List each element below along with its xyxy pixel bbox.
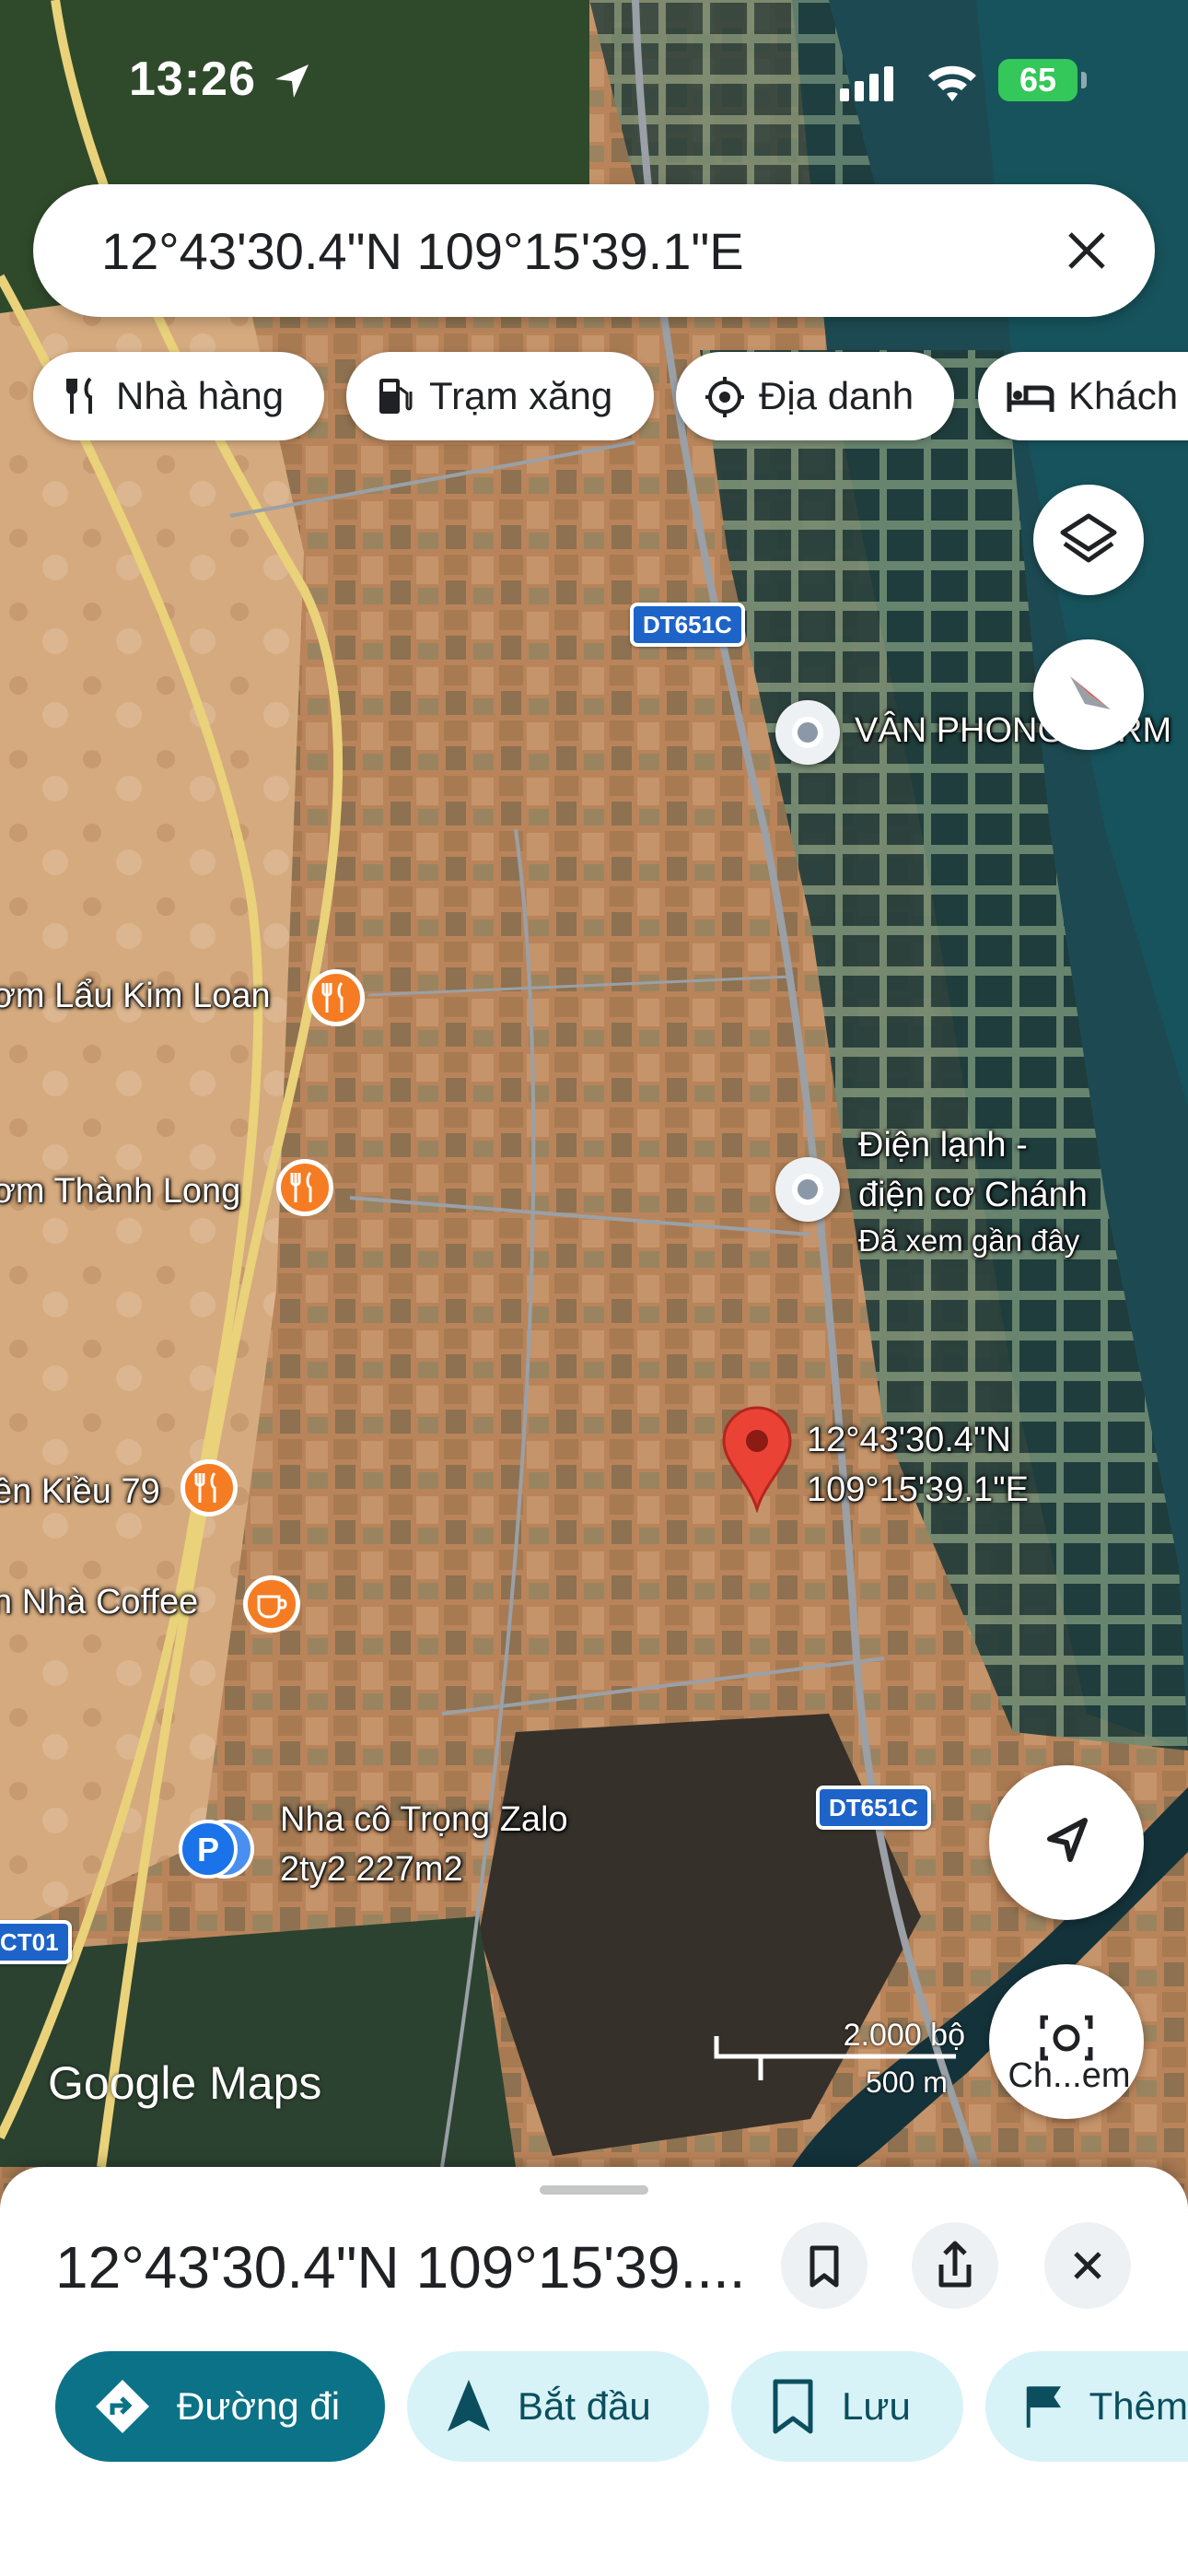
poi-label[interactable]: n Nhà Coffee [0, 1583, 198, 1622]
battery-indicator: 65 [998, 59, 1077, 101]
chip-label: Khách [1068, 374, 1179, 417]
restaurant-icon [194, 1471, 216, 1503]
action-label: Lưu [842, 2384, 911, 2428]
pin-coordinate-label: 12°43'30.4"N [807, 1421, 1011, 1459]
cafe-pin[interactable] [243, 1575, 300, 1633]
chip-label: Trạm xăng [429, 374, 613, 417]
parking-icon: P [179, 1820, 254, 1879]
close-icon [1074, 2252, 1101, 2279]
action-label: Bắt đầu [518, 2384, 651, 2428]
start-button[interactable]: Bắt đầu [407, 2351, 709, 2462]
cellular-signal-icon [840, 66, 893, 101]
red-pin-icon [722, 1406, 792, 1515]
directions-icon [96, 2380, 149, 2433]
scale-imperial: 2.000 bộ [843, 2018, 965, 2053]
road-shield: DT651C [630, 603, 745, 647]
coffee-cup-icon [257, 1595, 287, 1619]
restaurant-icon [290, 1171, 312, 1202]
restaurant-icon [321, 981, 344, 1013]
more-button[interactable]: Thêm [985, 2351, 1188, 2462]
close-sheet-button[interactable] [1044, 2222, 1131, 2309]
status-bar: 13:26 65 [0, 0, 1188, 147]
camera-search-button[interactable]: Ch...em [989, 1964, 1144, 2119]
hotel-bed-icon [1007, 382, 1054, 412]
chip-label: Địa danh [759, 374, 914, 417]
pin-coordinate-label: 109°15'39.1"E [807, 1470, 1029, 1509]
action-label: Đường đi [177, 2384, 341, 2428]
place-sheet[interactable]: 12°43'30.4"N 109°15'39.... Đường đi Bắt … [0, 2167, 1188, 2576]
action-label: Thêm [1089, 2384, 1188, 2428]
layers-icon [1060, 513, 1117, 563]
layers-button[interactable] [1033, 485, 1144, 595]
bookmark-icon [809, 2245, 839, 2288]
road-shield: DT651C [816, 1786, 931, 1830]
compass-button[interactable] [1033, 639, 1144, 750]
poi-label[interactable]: ơm Thành Long [0, 1172, 240, 1212]
dropped-pin[interactable] [720, 1406, 794, 1515]
chip-gas-stations[interactable]: Trạm xăng [346, 352, 654, 440]
directions-button[interactable]: Đường đi [55, 2351, 385, 2462]
chip-restaurants[interactable]: Nhà hàng [33, 352, 324, 440]
gas-station-icon [379, 379, 413, 414]
flag-icon [1026, 2386, 1062, 2428]
parking-pin[interactable]: P [177, 1819, 258, 1879]
status-time: 13:26 [129, 53, 256, 106]
search-query[interactable]: 12°43'30.4"N 109°15'39.1"E [101, 221, 744, 281]
wifi-icon [928, 65, 976, 101]
scale-metric: 500 m [866, 2066, 948, 2099]
scale-bar: 2.000 bộ 500 m [713, 2018, 971, 2099]
chip-label: Nhà hàng [116, 374, 285, 417]
share-icon [938, 2241, 972, 2288]
road-shield: CT01 [0, 1920, 72, 1964]
place-pin[interactable] [775, 700, 840, 765]
poi-sublabel: Đã xem gần đây [858, 1224, 1080, 1258]
share-button[interactable] [912, 2222, 998, 2309]
poi-label[interactable]: Điện lạnh - [858, 1126, 1028, 1165]
poi-label[interactable]: ên Kiều 79 [0, 1472, 160, 1512]
search-bar[interactable]: 12°43'30.4"N 109°15'39.1"E [33, 184, 1155, 317]
compass-icon [1070, 676, 1111, 709]
bookmark-button[interactable] [781, 2222, 868, 2309]
bookmark-icon [773, 2379, 813, 2434]
close-icon[interactable] [1055, 219, 1118, 282]
restaurant-icon [66, 377, 92, 414]
camera-label: Ch...em [1007, 2056, 1131, 2095]
location-arrow-icon [275, 64, 309, 98]
my-location-button[interactable] [989, 1765, 1144, 1920]
chip-landmarks[interactable]: Địa danh [676, 352, 954, 440]
poi-label[interactable]: điện cơ Chánh [858, 1176, 1088, 1215]
restaurant-pin[interactable] [308, 969, 365, 1026]
sheet-handle[interactable] [540, 2185, 648, 2195]
google-maps-logo: Google Maps [48, 2057, 322, 2109]
place-title: 12°43'30.4"N 109°15'39.... [55, 2234, 746, 2301]
chip-hotels[interactable]: Khách [978, 352, 1188, 440]
navigation-arrow-icon [448, 2380, 490, 2431]
poi-label[interactable]: ơm Lẩu Kim Loan [0, 977, 271, 1016]
restaurant-pin[interactable] [276, 1159, 333, 1216]
restaurant-pin[interactable] [181, 1459, 238, 1516]
save-button[interactable]: Lưu [731, 2351, 963, 2462]
svg-text:P: P [197, 1831, 219, 1868]
landmark-icon [705, 377, 744, 417]
navigation-arrow-icon [1047, 1818, 1088, 1862]
poi-label[interactable]: 2ty2 227m2 [280, 1850, 463, 1890]
poi-label[interactable]: Nha cô Trọng Zalo [280, 1800, 568, 1840]
place-pin[interactable] [775, 1157, 840, 1222]
battery-cap [1081, 72, 1087, 88]
